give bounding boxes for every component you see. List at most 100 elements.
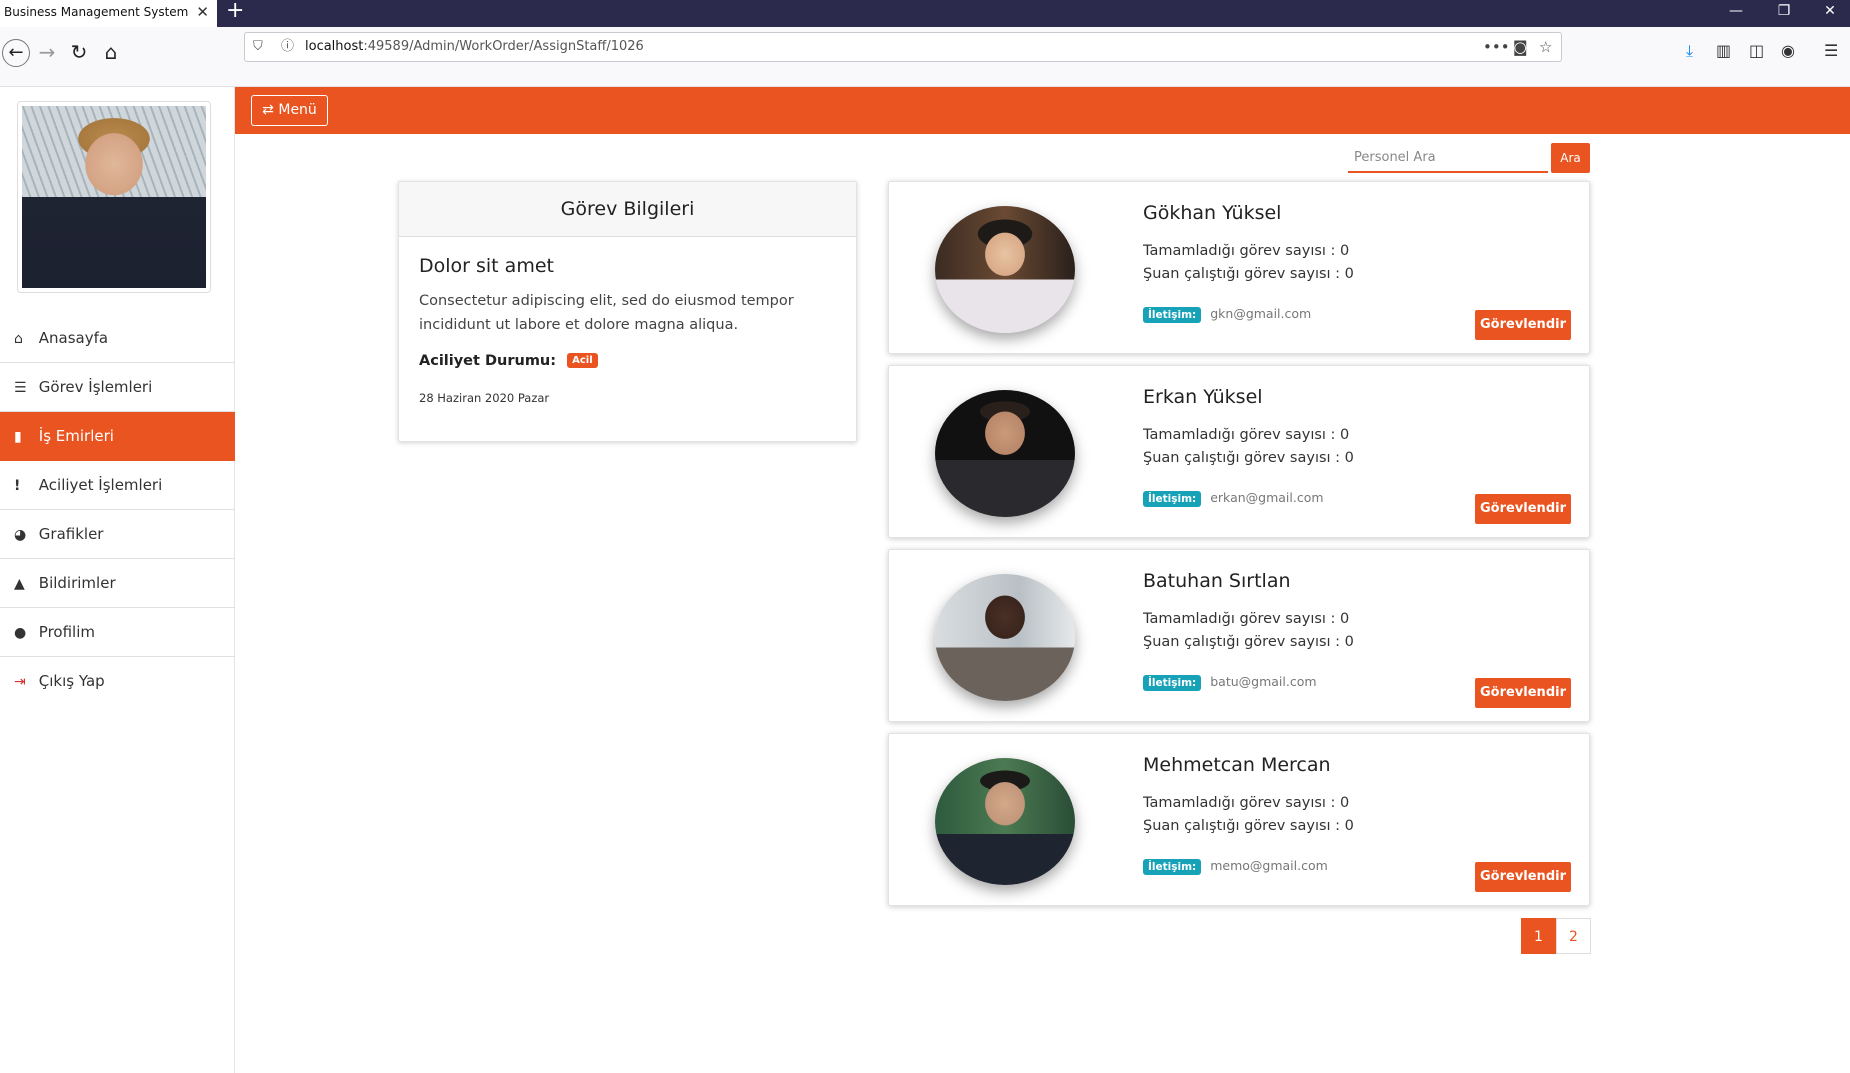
urgency-row: Aciliyet Durumu: Acil <box>419 353 836 369</box>
browser-tab-bar: Business Management System ✕ + — ❐ ✕ <box>0 0 1850 27</box>
staff-contact: İletişim: memo@gmail.com <box>1143 858 1328 875</box>
task-title: Dolor sit amet <box>419 255 554 277</box>
sidebar-item-label: Anasayfa <box>38 329 109 347</box>
task-info-card: Görev Bilgileri Dolor sit amet Consectet… <box>398 181 857 442</box>
staff-current-count: Şuan çalıştığı görev sayısı : 0 <box>1143 818 1354 834</box>
browser-tab[interactable]: Business Management System ✕ <box>0 0 217 27</box>
sidebar-item-label: Grafikler <box>38 525 104 543</box>
task-card-body: Dolor sit amet Consectetur adipiscing el… <box>399 237 856 423</box>
sidebar-item-label: Çıkış Yap <box>38 672 105 690</box>
sidebar-item-cikis-yap[interactable]: ⇥ Çıkış Yap <box>0 657 235 706</box>
staff-completed-count: Tamamladığı görev sayısı : 0 <box>1143 243 1350 259</box>
sidebar-item-profilim[interactable]: ● Profilim <box>0 608 235 657</box>
assign-button[interactable]: Görevlendir <box>1475 494 1571 524</box>
staff-email[interactable]: erkan@gmail.com <box>1210 490 1323 505</box>
forward-icon[interactable]: → <box>33 39 61 67</box>
sidebar-item-grafikler[interactable]: ◕ Grafikler <box>0 510 235 559</box>
back-icon[interactable]: ← <box>2 39 30 67</box>
staff-photo <box>935 390 1075 517</box>
task-date: 28 Haziran 2020 Pazar <box>419 391 550 405</box>
staff-current-count: Şuan çalıştığı görev sayısı : 0 <box>1143 634 1354 650</box>
menu-toggle-label: Menü <box>278 102 317 118</box>
sidebar-menu: ⌂ Anasayfa ☰ Görev İşlemleri ▮ İş Emirle… <box>0 314 235 706</box>
url-text: localhost:49589/Admin/WorkOrder/AssignSt… <box>305 33 644 61</box>
assign-button[interactable]: Görevlendir <box>1475 310 1571 340</box>
sidebar-item-is-emirleri[interactable]: ▮ İş Emirleri <box>0 412 235 461</box>
staff-completed-count: Tamamladığı görev sayısı : 0 <box>1143 427 1350 443</box>
minimize-icon[interactable]: — <box>1716 0 1756 22</box>
staff-current-count: Şuan çalıştığı görev sayısı : 0 <box>1143 450 1354 466</box>
home-icon: ⌂ <box>14 331 23 347</box>
staff-name: Batuhan Sırtlan <box>1143 570 1291 592</box>
assign-button[interactable]: Görevlendir <box>1475 862 1571 892</box>
staff-search-input[interactable] <box>1348 143 1548 173</box>
assign-button[interactable]: Görevlendir <box>1475 678 1571 708</box>
reload-icon[interactable]: ↻ <box>65 39 93 67</box>
pie-chart-icon: ◕ <box>14 527 27 543</box>
staff-card: Gökhan Yüksel Tamamladığı görev sayısı :… <box>888 181 1590 354</box>
shield-icon[interactable]: ⛉ <box>253 33 263 61</box>
url-path: :49589/Admin/WorkOrder/AssignStaff/1026 <box>363 39 644 54</box>
sidebar-toggle-icon[interactable]: ◫ <box>1749 39 1764 63</box>
browser-tab-title: Business Management System <box>4 5 189 19</box>
contact-badge: İletişim: <box>1143 491 1202 507</box>
url-host: localhost <box>305 39 364 54</box>
staff-contact: İletişim: batu@gmail.com <box>1143 674 1317 691</box>
new-tab-icon[interactable]: + <box>226 0 244 23</box>
staff-card: Mehmetcan Mercan Tamamladığı görev sayıs… <box>888 733 1590 906</box>
file-icon: ▮ <box>14 429 22 445</box>
site-info-icon[interactable]: ⓘ <box>281 33 294 61</box>
account-icon[interactable]: ◉ <box>1781 39 1795 63</box>
sidebar-item-label: Aciliyet İşlemleri <box>38 476 163 494</box>
staff-contact: İletişim: gkn@gmail.com <box>1143 306 1311 323</box>
staff-completed-count: Tamamladığı görev sayısı : 0 <box>1143 795 1350 811</box>
sign-out-icon: ⇥ <box>14 674 26 690</box>
page-link-2[interactable]: 2 <box>1556 918 1591 954</box>
download-icon[interactable]: ⤓ <box>1686 39 1693 63</box>
hamburger-menu-icon[interactable]: ☰ <box>1824 39 1838 63</box>
staff-current-count: Şuan çalıştığı görev sayısı : 0 <box>1143 266 1354 282</box>
bell-icon: ▲ <box>14 576 25 592</box>
pocket-icon[interactable]: ◙ <box>1513 33 1528 61</box>
restore-icon[interactable]: ❐ <box>1764 0 1804 22</box>
staff-photo <box>935 758 1075 885</box>
staff-name: Gökhan Yüksel <box>1143 202 1282 224</box>
search-button[interactable]: Ara <box>1551 143 1590 173</box>
close-tab-icon[interactable]: ✕ <box>196 0 209 25</box>
user-icon: ● <box>14 625 27 641</box>
sidebar-item-bildirimler[interactable]: ▲ Bildirimler <box>0 559 235 608</box>
task-description: Consectetur adipiscing elit, sed do eius… <box>419 293 794 333</box>
list-icon: ☰ <box>14 380 27 396</box>
home-browser-icon[interactable]: ⌂ <box>97 39 125 67</box>
urgency-label: Aciliyet Durumu: <box>419 353 557 369</box>
staff-completed-count: Tamamladığı görev sayısı : 0 <box>1143 611 1350 627</box>
sidebar-item-label: Görev İşlemleri <box>38 378 153 396</box>
sidebar-item-aciliyet-islemleri[interactable]: ! Aciliyet İşlemleri <box>0 461 235 510</box>
top-bar: ⇄ Menü <box>235 87 1850 134</box>
staff-email[interactable]: batu@gmail.com <box>1210 674 1316 689</box>
staff-name: Mehmetcan Mercan <box>1143 754 1331 776</box>
bookmark-star-icon[interactable]: ☆ <box>1539 33 1552 61</box>
page-link-1[interactable]: 1 <box>1521 918 1556 954</box>
more-actions-icon[interactable]: ••• <box>1483 33 1510 61</box>
menu-toggle-button[interactable]: ⇄ Menü <box>251 95 328 126</box>
contact-badge: İletişim: <box>1143 859 1202 875</box>
staff-card: Batuhan Sırtlan Tamamladığı görev sayısı… <box>888 549 1590 722</box>
staff-card: Erkan Yüksel Tamamladığı görev sayısı : … <box>888 365 1590 538</box>
library-icon[interactable]: ▥ <box>1716 39 1731 63</box>
window-close-icon[interactable]: ✕ <box>1810 0 1850 22</box>
staff-email[interactable]: memo@gmail.com <box>1210 858 1328 873</box>
staff-photo <box>935 574 1075 701</box>
exchange-icon: ⇄ <box>262 102 274 118</box>
urgency-badge: Acil <box>567 353 598 368</box>
sidebar-item-gorev-islemleri[interactable]: ☰ Görev İşlemleri <box>0 363 235 412</box>
staff-photo <box>935 206 1075 333</box>
url-bar[interactable]: ⛉ ⓘ localhost:49589/Admin/WorkOrder/Assi… <box>244 32 1562 62</box>
browser-nav-bar: ← → ↻ ⌂ ⛉ ⓘ localhost:49589/Admin/WorkOr… <box>0 27 1850 87</box>
sidebar-item-label: Profilim <box>38 623 95 641</box>
exclamation-icon: ! <box>14 478 21 494</box>
sidebar: ⌂ Anasayfa ☰ Görev İşlemleri ▮ İş Emirle… <box>0 87 235 1073</box>
sidebar-item-anasayfa[interactable]: ⌂ Anasayfa <box>0 314 235 363</box>
contact-badge: İletişim: <box>1143 675 1202 691</box>
staff-email[interactable]: gkn@gmail.com <box>1210 306 1311 321</box>
